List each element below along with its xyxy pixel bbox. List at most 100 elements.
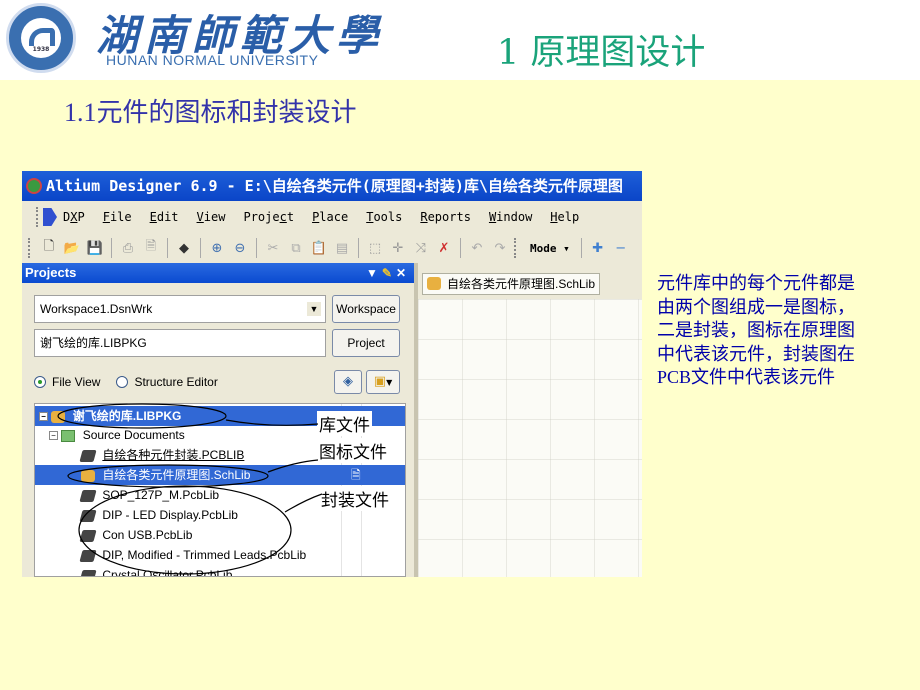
menu-item-accelerator: R	[420, 210, 428, 224]
toolbar-separator	[358, 238, 359, 258]
menu-item[interactable]: Project	[243, 210, 294, 224]
open-folder-icon[interactable]: 📂	[63, 239, 81, 257]
menu-item-accelerator: E	[149, 210, 157, 224]
menu-bar: DXP File Edit View Project Place Tools Reports W…	[22, 201, 642, 233]
menu-item-text: eports	[427, 210, 471, 224]
collapse-icon[interactable]: −	[39, 412, 48, 422]
pcb-library-icon	[79, 569, 97, 576]
structure-editor-radio[interactable]	[116, 376, 129, 388]
print-preview-icon[interactable]: 🗎	[142, 239, 160, 257]
save-icon[interactable]: 💾	[86, 239, 104, 257]
select-area-icon[interactable]: ⬚	[366, 239, 384, 257]
menu-item-text: P	[77, 210, 85, 224]
project-field[interactable]: 谢飞绘的库.LIBPKG	[34, 329, 326, 357]
collapse-icon[interactable]: −	[49, 431, 58, 441]
logo-arch-icon	[29, 28, 55, 46]
menu-item[interactable]: Help	[550, 210, 579, 224]
callout-footprint-file: 封装文件	[319, 486, 391, 511]
3d-view-icon[interactable]: ◆	[175, 239, 193, 257]
section-subtitle: 1.1元件的图标和封装设计	[64, 98, 357, 127]
folder-icon	[61, 429, 76, 442]
page-title: 1 原理图设计	[497, 33, 706, 73]
zoom-in-icon[interactable]: ⊕	[208, 239, 226, 257]
workspace-select[interactable]: Workspace1.DsnWrk ▼	[34, 295, 326, 323]
document-tab[interactable]: 自绘各类元件原理图.SchLib	[422, 273, 601, 295]
menu-item[interactable]: Window	[489, 210, 532, 224]
document-tab-label: 自绘各类元件原理图.SchLib	[447, 277, 596, 291]
workspace-button[interactable]: Workspace	[332, 295, 400, 323]
view-mode-radio-group: File View Structure Editor	[34, 375, 218, 389]
toolbar-grip[interactable]	[514, 238, 517, 258]
pcb-library-icon	[79, 509, 97, 522]
university-name-en: HUNAN NORMAL UNIVERSITY	[106, 52, 319, 68]
redo-icon[interactable]: ↷	[491, 239, 509, 257]
pcb-library-icon	[79, 449, 97, 462]
menu-item[interactable]: Reports	[420, 210, 471, 224]
menu-item-text: ools	[373, 210, 403, 224]
dxp-logo-icon	[43, 208, 57, 226]
move-icon[interactable]: ✛	[389, 239, 407, 257]
compile-button[interactable]: ◈	[334, 370, 362, 394]
pcb-library-icon	[79, 549, 97, 562]
pcb-library-icon	[79, 489, 97, 502]
chevron-down-icon[interactable]: ▼	[307, 302, 321, 316]
menu-item-text: t	[286, 210, 295, 224]
toolbar-separator	[200, 238, 201, 258]
cross-select-icon[interactable]: ⤨	[412, 239, 430, 257]
pin-icon[interactable]: ✎	[382, 266, 396, 280]
panel-menu-icon[interactable]: ▼	[366, 266, 382, 280]
projects-panel-header: Projects ▼✎✕	[22, 263, 414, 283]
structure-editor-label: Structure Editor	[134, 375, 218, 389]
tree-item-document[interactable]: Crystal Oscillator.PcbLib	[35, 565, 405, 577]
tree-item-label: DIP - LED Display.PcbLib	[102, 508, 238, 522]
tree-item-label: Con USB.PcbLib	[102, 528, 193, 542]
rubber-stamp-icon[interactable]: ▤	[333, 239, 351, 257]
clear-filter-icon[interactable]: ✗	[435, 239, 453, 257]
document-options-icon: ▣	[373, 374, 387, 389]
projects-panel-title: Projects	[25, 265, 77, 280]
menu-item[interactable]: Edit	[150, 210, 179, 224]
schematic-library-icon	[81, 469, 95, 482]
toolbar-grip[interactable]	[36, 207, 39, 227]
editor-tab-bar: 自绘各类元件原理图.SchLib	[418, 263, 642, 299]
new-document-icon[interactable]: 🗋	[40, 239, 58, 257]
file-view-label: File View	[52, 375, 101, 389]
toolbar-separator	[580, 238, 582, 258]
tree-item-label: Crystal Oscillator.PcbLib	[102, 568, 233, 577]
toolbar-grip[interactable]	[28, 238, 31, 258]
pcb-library-icon	[79, 529, 97, 542]
copy-icon[interactable]: ⧉	[287, 239, 305, 257]
tree-item-label: Source Documents	[82, 428, 185, 442]
zoom-out-icon[interactable]: ⊖	[231, 239, 249, 257]
main-toolbar: 🗋 📂 💾 ⎙ 🗎 ◆ ⊕ ⊖ ✂ ⧉ 📋 ▤ ⬚ ✛ ⤨ ✗ ↶ ↷ Mode…	[22, 233, 642, 263]
project-options-button[interactable]: ▣▼	[366, 370, 400, 394]
tree-item-document[interactable]: DIP, Modified - Trimmed Leads.PcbLib	[35, 545, 405, 565]
toolbar-separator	[111, 238, 112, 258]
minus-icon[interactable]: −	[612, 239, 630, 257]
undo-icon[interactable]: ↶	[468, 239, 486, 257]
tree-item-label: 自绘各种元件封装.PCBLIB	[102, 448, 245, 462]
menu-item[interactable]: Tools	[366, 210, 402, 224]
projects-panel: Workspace1.DsnWrk ▼ Workspace 谢飞绘的库.LIBP…	[22, 283, 414, 577]
menu-item[interactable]: DXP	[63, 210, 85, 224]
close-icon[interactable]: ✕	[396, 266, 410, 280]
toolbar-separator	[460, 238, 461, 258]
tree-item-document[interactable]: 自绘各类元件原理图.SchLib 🗎	[35, 465, 405, 485]
menu-item[interactable]: Place	[312, 210, 348, 224]
library-package-icon	[51, 410, 66, 423]
mode-dropdown[interactable]: Mode ▾	[526, 242, 574, 255]
callout-library-file: 库文件	[317, 411, 372, 436]
menu-item-text: ile	[109, 210, 132, 224]
tree-item-document[interactable]: Con USB.PcbLib	[35, 525, 405, 545]
file-view-radio[interactable]	[34, 376, 46, 388]
window-title: Altium Designer 6.9 - E:\自绘各类元件(原理图+封装)库…	[46, 177, 623, 195]
menu-item[interactable]: File	[103, 210, 132, 224]
menu-item[interactable]: View	[197, 210, 226, 224]
schematic-editor-canvas[interactable]	[418, 299, 642, 577]
cut-icon[interactable]: ✂	[264, 239, 282, 257]
add-icon[interactable]: ✚	[589, 239, 607, 257]
paste-icon[interactable]: 📋	[310, 239, 328, 257]
print-icon[interactable]: ⎙	[119, 239, 137, 257]
project-button[interactable]: Project	[332, 329, 400, 357]
callout-symbol-file: 图标文件	[317, 438, 389, 463]
